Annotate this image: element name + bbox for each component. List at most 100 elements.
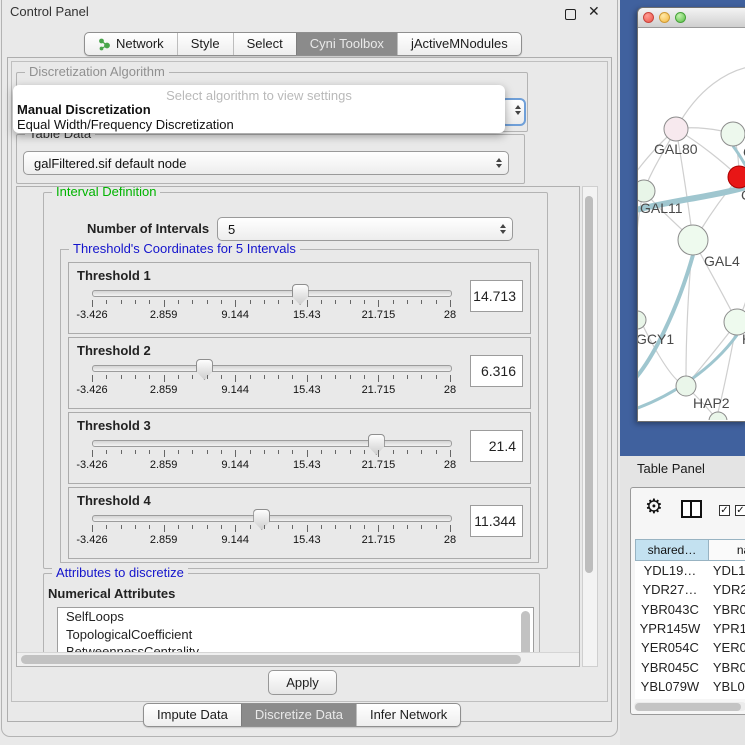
float-window-icon[interactable] [565, 9, 576, 20]
tick-label: 9.144 [221, 384, 249, 396]
apply-button[interactable]: Apply [268, 670, 337, 695]
tab-select[interactable]: Select [233, 33, 296, 55]
table-panel-toolbar: ⚙ ✓ ✓ [631, 488, 745, 538]
threshold-value-field[interactable]: 14.713 [470, 280, 523, 312]
network-window-titlebar[interactable] [638, 8, 745, 28]
cell-shared-name: YLR345W [635, 698, 705, 699]
network-icon [98, 38, 111, 51]
network-node[interactable] [678, 225, 708, 255]
vscrollbar-thumb[interactable] [585, 196, 593, 573]
cell-name: YER0 [705, 640, 745, 655]
table-row[interactable]: YER054CYER0 [635, 638, 745, 657]
threshold-value-field[interactable]: 6.316 [470, 355, 523, 387]
network-node[interactable] [638, 180, 655, 202]
cell-shared-name: YBR045C [635, 660, 705, 675]
tab-impute-data[interactable]: Impute Data [144, 704, 241, 726]
right-area: GAL80GAGAL11CGAL4GCY1HHAP2 Table Panel ⚙… [620, 0, 745, 745]
network-canvas[interactable]: GAL80GAGAL11CGAL4GCY1HHAP2 [638, 28, 745, 420]
table-row[interactable]: YBL079WYBL0 [635, 677, 745, 696]
cell-shared-name: YER054C [635, 640, 705, 655]
column-header-name[interactable]: na [709, 539, 745, 561]
number-of-intervals-combobox[interactable]: 5 [217, 217, 513, 241]
control-panel-title: Control Panel [10, 4, 89, 19]
checkbox-icon[interactable]: ✓ [735, 505, 745, 516]
tick-label: -3.426 [76, 534, 107, 546]
slider-tick-labels: -3.4262.8599.14415.4321.71528 [92, 384, 450, 397]
dropdown-option[interactable]: Manual Discretization [17, 102, 151, 117]
tab-label: jActiveMNodules [411, 33, 508, 55]
cell-name: YDL1 [705, 563, 745, 578]
tab-infer-network[interactable]: Infer Network [356, 704, 460, 726]
gear-icon[interactable]: ⚙ [645, 497, 663, 517]
table-row[interactable]: YLR345WYLR3 [635, 696, 745, 699]
number-of-intervals-value: 5 [218, 222, 494, 237]
tick-label: 21.715 [362, 384, 396, 396]
table-panel: ⚙ ✓ ✓ shared… na YDL19…YDL1YDR27…YDR2YBR… [630, 487, 745, 715]
close-traffic-light-icon[interactable] [643, 12, 654, 23]
table-row[interactable]: YBR045CYBR0 [635, 657, 745, 676]
tab-jactivemnodules[interactable]: jActiveMNodules [397, 33, 521, 55]
threshold-value-field[interactable]: 21.4 [470, 430, 523, 462]
combo-stepper-icon [490, 158, 508, 168]
cell-name: YPR1 [705, 621, 745, 636]
tab-network[interactable]: Network [85, 33, 177, 55]
slider-ticks [92, 450, 450, 458]
table-data-combobox[interactable]: galFiltered.sif default node [23, 151, 509, 175]
threshold-label: Threshold 4 [77, 493, 151, 508]
tick-label: 28 [444, 384, 456, 396]
tab-cyni-toolbox[interactable]: Cyni Toolbox [296, 33, 397, 55]
hscrollbar-thumb[interactable] [635, 703, 741, 711]
checkbox-icon[interactable]: ✓ [719, 505, 730, 516]
cell-name: YBR0 [705, 660, 745, 675]
attribute-list-item[interactable]: SelfLoops [58, 608, 533, 626]
close-icon[interactable]: ✕ [588, 3, 600, 20]
list-scrollbar-thumb[interactable] [521, 611, 530, 658]
slider-ticks [92, 525, 450, 533]
table-row[interactable]: YDR27…YDR2 [635, 580, 745, 599]
combo-stepper-icon [494, 224, 512, 234]
node-label: GAL4 [704, 253, 740, 269]
threshold-label: Threshold 3 [77, 418, 151, 433]
slider-tick-labels: -3.4262.8599.14415.4321.71528 [92, 534, 450, 547]
network-node[interactable] [638, 311, 646, 329]
tab-label: Infer Network [370, 704, 447, 726]
tab-style[interactable]: Style [177, 33, 233, 55]
network-node[interactable] [721, 122, 745, 146]
column-header-shared-name[interactable]: shared… [635, 539, 709, 561]
number-of-intervals-label: Number of Intervals [87, 221, 209, 236]
tab-discretize-data[interactable]: Discretize Data [241, 704, 356, 726]
threshold-panel: Threshold 1 -3.4262.8599.14415.4321.7152… [68, 262, 531, 334]
threshold-slider[interactable] [92, 290, 452, 297]
zoom-traffic-light-icon[interactable] [675, 12, 686, 23]
tick-label: 21.715 [362, 309, 396, 321]
tick-label: 15.43 [293, 459, 321, 471]
tick-label: 15.43 [293, 309, 321, 321]
threshold-slider[interactable] [92, 515, 452, 522]
network-node[interactable] [676, 376, 696, 396]
thresholds-group-title: Threshold's Coordinates for 5 Intervals [69, 242, 300, 256]
tick-label: 28 [444, 534, 456, 546]
dropdown-option[interactable]: Equal Width/Frequency Discretization [17, 117, 234, 132]
cell-shared-name: YBR043C [635, 602, 705, 617]
tick-label: 28 [444, 459, 456, 471]
table-row[interactable]: YPR145WYPR1 [635, 619, 745, 638]
tick-label: -3.426 [76, 309, 107, 321]
threshold-value-field[interactable]: 11.344 [470, 505, 523, 537]
table-row[interactable]: YBR043CYBR0 [635, 600, 745, 619]
table-horizontal-scrollbar[interactable] [634, 702, 745, 711]
network-node[interactable] [664, 117, 688, 141]
table-row[interactable]: YDL19…YDL1 [635, 561, 745, 580]
minimize-traffic-light-icon[interactable] [659, 12, 670, 23]
viewport-vertical-scrollbar[interactable] [582, 186, 598, 667]
viewport-horizontal-scrollbar[interactable] [17, 652, 579, 666]
hscrollbar-thumb[interactable] [21, 655, 521, 664]
table-data-combobox-value: galFiltered.sif default node [24, 156, 490, 171]
threshold-slider[interactable] [92, 365, 452, 372]
attribute-list-item[interactable]: TopologicalCoefficient [58, 626, 533, 644]
split-pane-icon[interactable] [681, 500, 702, 518]
threshold-panel: Threshold 3 -3.4262.8599.14415.4321.7152… [68, 412, 531, 484]
interval-definition-title: Interval Definition [52, 186, 160, 199]
network-node[interactable] [728, 166, 745, 188]
threshold-slider[interactable] [92, 440, 452, 447]
network-edge[interactable] [676, 66, 745, 129]
